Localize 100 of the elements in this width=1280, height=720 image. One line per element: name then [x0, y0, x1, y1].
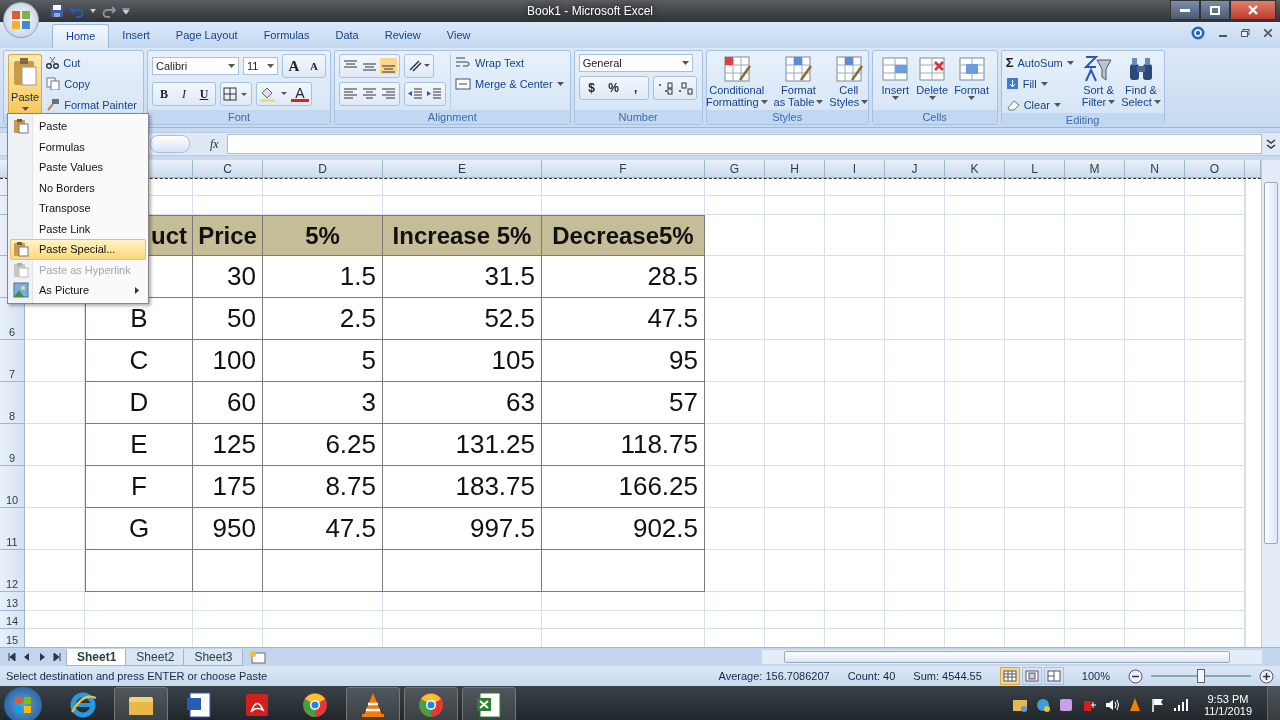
- horizontal-scrollbar[interactable]: [762, 650, 1262, 664]
- clear-button[interactable]: Clear: [1005, 96, 1076, 113]
- insert-function-button[interactable]: fx: [210, 136, 219, 152]
- decrease-indent-icon[interactable]: [407, 86, 424, 102]
- minimize-button[interactable]: [1170, 0, 1200, 20]
- column-header[interactable]: C: [193, 160, 263, 178]
- number-format-dropdown[interactable]: General: [578, 54, 693, 72]
- help-icon[interactable]: [1191, 26, 1205, 40]
- ribbon-tab[interactable]: Home: [52, 24, 110, 48]
- insert-sheet-icon[interactable]: [249, 650, 268, 664]
- column-header[interactable]: G: [705, 160, 765, 178]
- cells-button[interactable]: Format: [954, 54, 989, 110]
- styles-button[interactable]: Format as Table: [773, 54, 824, 110]
- view-button[interactable]: [999, 667, 1020, 685]
- sort-filter-button[interactable]: Sort & Filter: [1081, 54, 1116, 113]
- column-header[interactable]: H: [765, 160, 825, 178]
- row-header[interactable]: 8: [0, 382, 25, 424]
- close-icon[interactable]: [1264, 29, 1272, 37]
- sheet-tab[interactable]: Sheet2: [125, 648, 186, 666]
- row-header[interactable]: 11: [0, 508, 25, 550]
- column-header[interactable]: O: [1185, 160, 1245, 178]
- clock-date[interactable]: 11/1/2019: [1203, 704, 1252, 717]
- signal-icon[interactable]: [1172, 696, 1189, 713]
- ribbon-tab[interactable]: Review: [371, 24, 434, 48]
- view-button[interactable]: [1043, 667, 1064, 685]
- styles-button[interactable]: Cell Styles: [829, 54, 869, 110]
- save-icon[interactable]: [50, 4, 64, 18]
- row-header[interactable]: 7: [0, 340, 25, 382]
- menu-item[interactable]: No Borders: [10, 177, 146, 198]
- cut-button[interactable]: Cut: [46, 54, 139, 71]
- column-header[interactable]: K: [945, 160, 1005, 178]
- bold-button[interactable]: B: [155, 85, 173, 103]
- sheet-tab[interactable]: Sheet3: [183, 648, 244, 666]
- tray-globe-icon[interactable]: [1034, 696, 1051, 713]
- zoom-in-icon[interactable]: [1259, 668, 1274, 684]
- ribbon-tab[interactable]: Page Layout: [162, 24, 251, 48]
- borders-icon[interactable]: [223, 87, 249, 101]
- ribbon-tab[interactable]: Formulas: [250, 24, 323, 48]
- zoom-level[interactable]: 100%: [1081, 670, 1110, 682]
- maximize-button[interactable]: [1200, 0, 1230, 20]
- font-name-dropdown[interactable]: Calibri: [152, 57, 239, 75]
- column-header[interactable]: L: [1005, 160, 1065, 178]
- zoom-out-icon[interactable]: [1128, 668, 1143, 684]
- column-header[interactable]: N: [1125, 160, 1185, 178]
- ribbon-tab[interactable]: View: [433, 24, 484, 48]
- start-button[interactable]: [4, 686, 42, 720]
- scrollbar-thumb[interactable]: [784, 651, 1230, 663]
- view-button[interactable]: [1021, 667, 1042, 685]
- underline-button[interactable]: U: [195, 85, 213, 103]
- increase-indent-icon[interactable]: [426, 86, 443, 102]
- menu-item[interactable]: As Picture: [10, 280, 146, 301]
- taskbar-app[interactable]: [346, 687, 400, 720]
- menu-item[interactable]: Formulas: [10, 136, 146, 157]
- menu-item[interactable]: Paste: [10, 116, 146, 137]
- currency-button[interactable]: $: [581, 79, 602, 97]
- last-sheet-icon[interactable]: [53, 653, 61, 661]
- row-header[interactable]: 9: [0, 424, 25, 466]
- taskbar-app[interactable]: [114, 687, 168, 720]
- tray-app-icon[interactable]: [1057, 696, 1074, 713]
- copy-button[interactable]: Copy: [46, 75, 139, 92]
- shrink-font-button[interactable]: A: [305, 57, 323, 75]
- row-header[interactable]: 13: [0, 592, 25, 611]
- column-header[interactable]: D: [263, 160, 383, 178]
- ribbon-tab[interactable]: Data: [322, 24, 372, 48]
- expand-formula-bar-icon[interactable]: [1266, 138, 1276, 150]
- percent-button[interactable]: %: [603, 79, 624, 97]
- cells-button[interactable]: Insert: [880, 54, 911, 110]
- font-size-dropdown[interactable]: 11: [243, 57, 278, 75]
- column-header[interactable]: E: [383, 160, 542, 178]
- taskbar-app[interactable]: [462, 687, 516, 720]
- previous-sheet-icon[interactable]: [23, 653, 31, 661]
- styles-button[interactable]: Conditional Formatting: [706, 54, 768, 110]
- customize-caret-icon[interactable]: [122, 8, 130, 14]
- column-header[interactable]: J: [885, 160, 945, 178]
- ribbon-tab[interactable]: Insert: [109, 24, 163, 48]
- align-right-icon[interactable]: [380, 86, 397, 102]
- scrollbar-thumb[interactable]: [1264, 182, 1278, 544]
- column-header[interactable]: F: [542, 160, 705, 178]
- fill-button[interactable]: Fill: [1005, 75, 1076, 92]
- first-sheet-icon[interactable]: [8, 653, 16, 661]
- menu-item[interactable]: Paste Values: [10, 157, 146, 178]
- formula-bar-handle[interactable]: [150, 135, 190, 153]
- grow-font-button[interactable]: A: [285, 57, 303, 75]
- column-header[interactable]: M: [1065, 160, 1125, 178]
- wrap-text-button[interactable]: Wrap Text: [455, 54, 566, 71]
- close-button[interactable]: [1230, 0, 1276, 20]
- taskbar-app[interactable]: [404, 687, 458, 720]
- align-center-icon[interactable]: [361, 86, 378, 102]
- redo-icon[interactable]: [102, 4, 116, 18]
- sheet-tab[interactable]: Sheet1: [66, 648, 128, 666]
- row-header[interactable]: 15: [0, 629, 25, 647]
- paste-button[interactable]: Paste: [8, 54, 43, 114]
- next-sheet-icon[interactable]: [38, 653, 46, 661]
- row-header[interactable]: 10: [0, 466, 25, 508]
- menu-item[interactable]: Paste Special...: [10, 239, 146, 260]
- restore-icon[interactable]: [1241, 29, 1250, 37]
- italic-button[interactable]: I: [175, 85, 193, 103]
- cells-button[interactable]: Delete: [916, 54, 949, 110]
- format-painter-button[interactable]: Format Painter: [46, 96, 139, 113]
- formula-input[interactable]: [226, 134, 1262, 154]
